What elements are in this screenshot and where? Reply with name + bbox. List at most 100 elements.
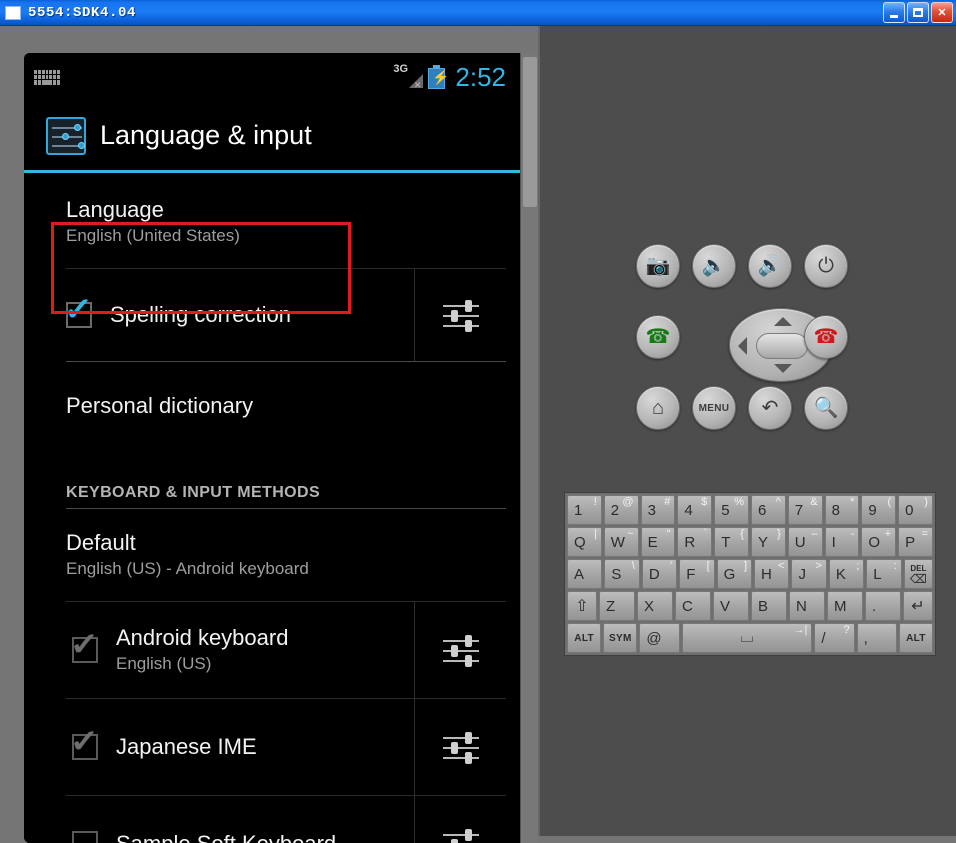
key-w[interactable]: W ~ <box>603 527 639 557</box>
key-[interactable]: @ <box>639 623 680 653</box>
key-label: X <box>644 597 655 615</box>
settings-row-android-keyboard[interactable]: ✓ Android keyboard English (US) <box>24 602 520 698</box>
key-x[interactable]: X <box>637 591 673 621</box>
key-h[interactable]: H < <box>754 559 790 589</box>
search-button[interactable]: 🔍 <box>804 386 848 430</box>
key-delete[interactable]: DEL ⌫ <box>903 559 934 589</box>
key-7[interactable]: 7 & <box>787 495 823 525</box>
call-button[interactable]: ☎ <box>636 315 680 359</box>
back-button[interactable]: ↶ <box>748 386 792 430</box>
power-button[interactable]: ⏻ <box>804 244 848 288</box>
key-l[interactable]: L: <box>866 559 902 589</box>
key-[interactable]: /? <box>814 623 855 653</box>
japanese-ime-settings-button[interactable] <box>414 699 506 795</box>
key-a[interactable]: A <box>567 559 603 589</box>
key-1[interactable]: 1! <box>567 495 602 525</box>
key-space[interactable]: ⌴ →| <box>681 623 813 653</box>
key-r[interactable]: R ` <box>677 527 713 557</box>
key-4[interactable]: 4 $ <box>677 495 713 525</box>
settings-row-language[interactable]: Language English (United States) <box>24 176 520 268</box>
settings-row-japanese-ime[interactable]: ✓ Japanese IME <box>24 699 520 795</box>
key-t[interactable]: T{ <box>714 527 749 557</box>
key-d[interactable]: D ' <box>641 559 678 589</box>
key-b[interactable]: B <box>751 591 787 621</box>
android-keyboard-checkbox[interactable]: ✓ <box>70 628 99 663</box>
key-[interactable]: , <box>856 623 897 653</box>
key-j[interactable]: J > <box>791 559 827 589</box>
key-c[interactable]: C <box>675 591 711 621</box>
key-alt-label: ( <box>887 496 892 508</box>
key-f[interactable]: F[ <box>679 559 715 589</box>
spelling-correction-checkbox[interactable]: ✓ <box>64 293 93 328</box>
key-alt-label: % <box>734 496 744 508</box>
android-status-bar: 3G ✕ ⚡ 2:52 <box>24 53 520 101</box>
key-alt-label: # <box>664 496 671 508</box>
key-p[interactable]: P = <box>898 527 933 557</box>
key-9[interactable]: 9( <box>861 495 897 525</box>
key-shift[interactable]: ⇧ <box>567 591 597 621</box>
key-z[interactable]: Z <box>599 591 635 621</box>
spelling-correction-settings-button[interactable] <box>414 269 506 361</box>
key-alt-label: { <box>740 528 744 540</box>
key-[interactable]: . <box>865 591 901 621</box>
key-label: 9 <box>868 501 877 519</box>
key-2[interactable]: 2 @ <box>603 495 639 525</box>
section-header-label: KEYBOARD & INPUT METHODS <box>66 484 321 501</box>
dpad-up-icon[interactable] <box>774 317 792 326</box>
volume-up-button[interactable]: 🔊 <box>748 244 792 288</box>
dpad-center-button[interactable] <box>756 333 808 359</box>
key-i[interactable]: I- <box>824 527 860 557</box>
key-k[interactable]: K; <box>828 559 865 589</box>
japanese-ime-checkbox[interactable]: ✓ <box>70 725 99 760</box>
key-o[interactable]: O + <box>861 527 897 557</box>
menu-button[interactable]: MENU <box>692 386 736 430</box>
end-call-icon: ☎ <box>813 326 839 348</box>
key-6[interactable]: 6 ^ <box>750 495 786 525</box>
minimize-button[interactable] <box>883 2 905 23</box>
key-alt-label: ` <box>703 528 708 540</box>
row-title: Spelling correction <box>110 302 291 327</box>
key-5[interactable]: 5% <box>714 495 749 525</box>
key-y[interactable]: Y} <box>750 527 786 557</box>
key-label: M <box>834 597 847 615</box>
settings-row-personal-dictionary[interactable]: Personal dictionary <box>24 362 520 450</box>
settings-row-spelling-correction[interactable]: ✓ Spelling correction <box>24 269 520 361</box>
key-3[interactable]: 3 # <box>640 495 676 525</box>
camera-button[interactable]: 📷 <box>636 244 680 288</box>
settings-row-default[interactable]: Default English (US) - Android keyboard <box>24 509 520 601</box>
key-label: Y <box>757 533 768 551</box>
key-label: K <box>835 565 846 583</box>
key-u[interactable]: U – <box>787 527 823 557</box>
key-s[interactable]: S \ <box>604 559 640 589</box>
key-label: R <box>684 533 696 551</box>
home-button[interactable]: ⌂ <box>636 386 680 430</box>
call-icon: ☎ <box>645 326 671 348</box>
key-q[interactable]: Q | <box>567 527 602 557</box>
signal-icon: 3G ✕ <box>393 63 424 90</box>
key-enter[interactable]: ↵ <box>903 591 933 621</box>
key-alt[interactable]: ALT <box>898 623 934 653</box>
key-m[interactable]: M <box>827 591 863 621</box>
key-8[interactable]: 8 * <box>824 495 860 525</box>
key-alt[interactable]: ALT <box>567 623 602 653</box>
close-button[interactable]: ✕ <box>931 2 953 23</box>
key-n[interactable]: N <box>789 591 825 621</box>
key-sym[interactable]: SYM <box>603 623 638 653</box>
android-keyboard-settings-button[interactable] <box>414 602 506 698</box>
key-alt-label: } <box>777 528 781 540</box>
dpad-down-icon[interactable] <box>774 364 792 373</box>
scrollbar-thumb[interactable] <box>523 57 537 207</box>
sliders-icon <box>442 300 479 332</box>
key-e[interactable]: E “ <box>640 527 676 557</box>
dpad-left-icon[interactable] <box>738 337 747 355</box>
window-app-icon <box>5 5 21 20</box>
key-v[interactable]: V <box>713 591 749 621</box>
key-0[interactable]: 0) <box>898 495 933 525</box>
sample-soft-keyboard-checkbox[interactable] <box>72 831 98 843</box>
end-call-button[interactable]: ☎ <box>804 315 848 359</box>
key-g[interactable]: G] <box>716 559 753 589</box>
virtual-keyboard: 1! 2 @3 #4 $5% 6 ^ 7 & 8 * 9(0) Q | W ~ E “R ` T{Y} U – I - O + P =… <box>564 492 936 656</box>
screen-scrollbar[interactable] <box>520 53 538 843</box>
volume-down-button[interactable]: 🔈 <box>692 244 736 288</box>
maximize-button[interactable] <box>907 2 929 23</box>
